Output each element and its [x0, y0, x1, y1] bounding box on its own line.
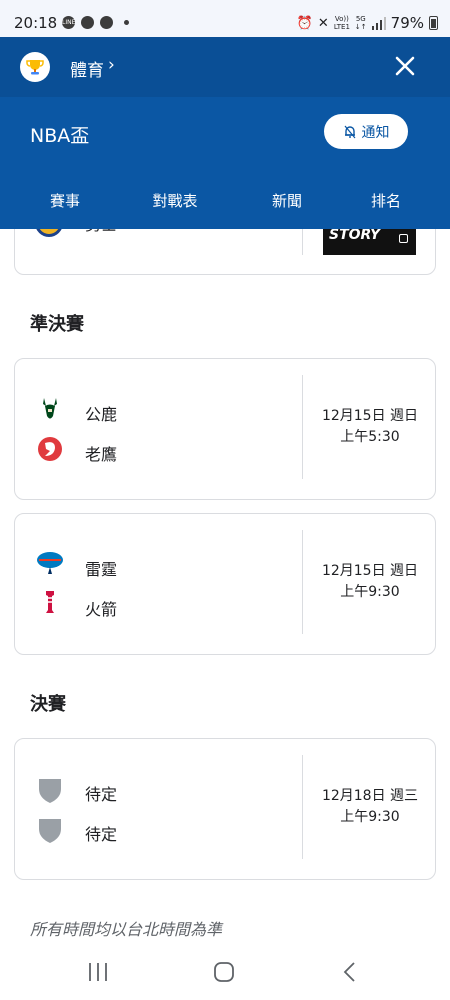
thunder-logo-icon: [37, 552, 63, 574]
team-name: 老鷹: [85, 445, 118, 464]
battery-percent: 79%: [390, 14, 424, 32]
tab-news[interactable]: 新聞: [272, 190, 302, 211]
rockets-logo-icon: [46, 591, 54, 613]
match-date: 12月15日 週日: [321, 563, 419, 579]
app-header: 體育 › NBA盃 通知 賽事 對戰表 新聞 排名: [0, 37, 450, 229]
league-title: NBA盃: [30, 125, 90, 147]
team-name: 待定: [85, 825, 118, 844]
navigation-bar: [0, 944, 450, 1000]
status-time: 20:18: [14, 14, 58, 32]
team-name: 公鹿: [85, 405, 118, 424]
tab-matches[interactable]: 賽事: [50, 190, 80, 211]
hawks-logo-icon: [38, 437, 62, 461]
home-icon[interactable]: [206, 954, 242, 990]
recent-apps-icon[interactable]: [80, 954, 116, 990]
network-indicator: 5G ↓↑: [354, 15, 367, 31]
card-divider: [302, 530, 303, 634]
line-icon: LINE: [62, 16, 75, 29]
play-icon: [399, 234, 408, 243]
tab-bracket[interactable]: 對戰表: [152, 190, 198, 211]
match-card[interactable]: 待定 待定 12月18日 週三 上午9:30: [14, 738, 436, 880]
tab-standings[interactable]: 排名: [371, 190, 401, 211]
notify-label: 通知: [361, 124, 390, 141]
timezone-footnote: 所有時間均以台北時間為準: [30, 920, 223, 939]
team-name: 雷霆: [85, 560, 118, 579]
match-time: 上午9:30: [340, 584, 400, 600]
section-title: 決賽: [30, 694, 66, 715]
shield-icon: [39, 819, 61, 843]
card-divider: [302, 755, 303, 859]
team-name: 火箭: [85, 600, 118, 619]
chrome-icon: [100, 16, 113, 29]
match-date: 12月15日 週日: [321, 408, 419, 424]
bucks-logo-icon: [43, 398, 57, 419]
match-card[interactable]: 公鹿 老鷹 12月15日 週日 上午5:30: [14, 358, 436, 500]
story-label: STORY: [329, 227, 381, 243]
trophy-icon[interactable]: [20, 52, 50, 82]
match-datetime: 12月18日 週三 上午9:30: [305, 786, 435, 828]
battery-icon: [429, 16, 438, 30]
notify-button[interactable]: 通知: [324, 114, 408, 149]
volte-indicator: Vo)) LTE1: [333, 15, 350, 31]
team-name: 待定: [85, 785, 118, 804]
match-time: 上午9:30: [340, 809, 400, 825]
header-top-bar: 體育 ›: [0, 37, 450, 97]
close-icon[interactable]: [390, 51, 420, 81]
alarm-icon: ⏰: [296, 15, 313, 31]
match-date: 12月18日 週三: [321, 788, 419, 804]
match-datetime: 12月15日 週日 上午5:30: [305, 406, 435, 448]
bell-icon: [344, 125, 355, 138]
shield-icon: [39, 779, 61, 803]
more-notifications-dot: [124, 20, 129, 25]
chevron-right-icon: ›: [108, 55, 115, 75]
mute-icon: ✕: [317, 15, 329, 31]
card-divider: [302, 375, 303, 479]
match-time: 上午5:30: [340, 429, 400, 445]
signal-icon: [371, 16, 386, 30]
status-bar: 20:18 LINE ⏰ ✕ Vo)) LTE1 5G ↓↑ 79%: [0, 0, 450, 37]
match-card[interactable]: 雷霆 火箭 12月15日 週日 上午9:30: [14, 513, 436, 655]
section-title: 準決賽: [30, 314, 84, 335]
back-icon[interactable]: [332, 954, 368, 990]
chrome-icon: [81, 16, 94, 29]
match-datetime: 12月15日 週日 上午9:30: [305, 561, 435, 603]
sport-link[interactable]: 體育: [70, 56, 104, 81]
